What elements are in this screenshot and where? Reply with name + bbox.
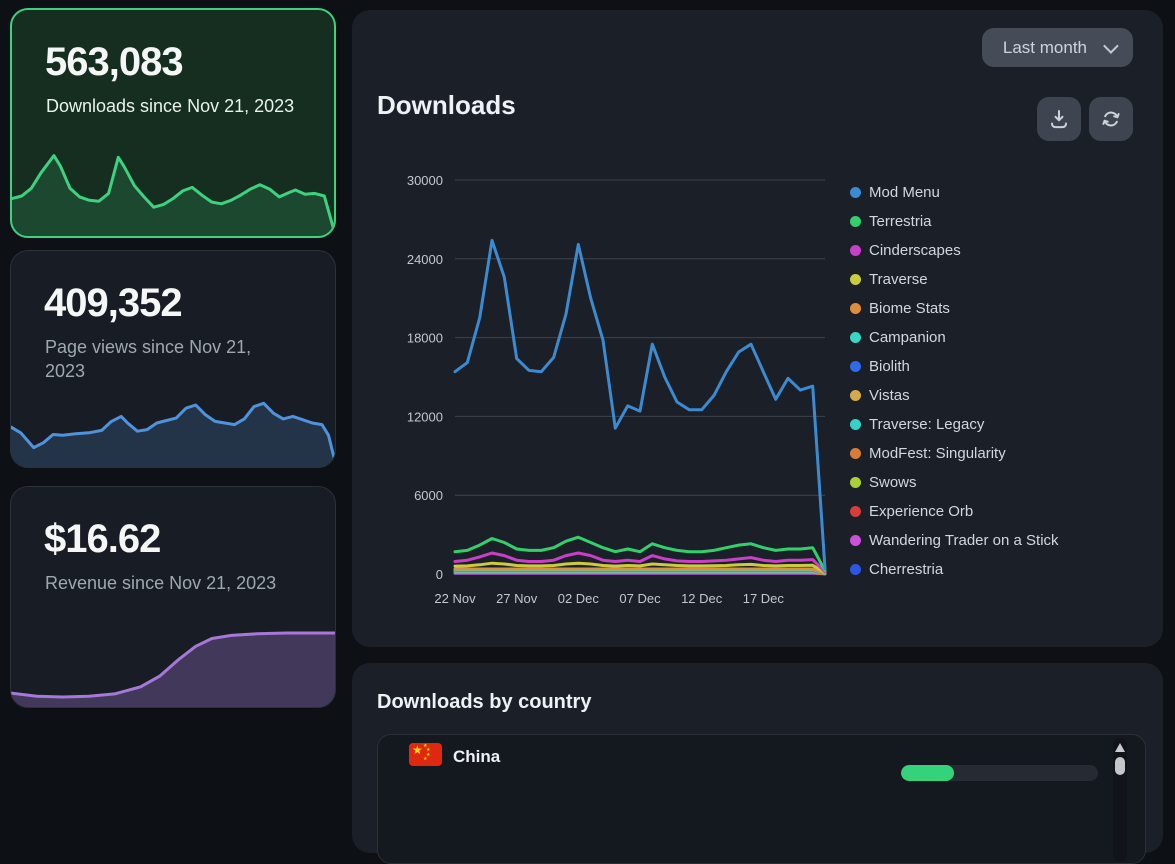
legend-item[interactable]: Biome Stats bbox=[850, 294, 1059, 323]
revenue-total-label: Revenue since Nov 21, 2023 bbox=[45, 571, 295, 595]
legend-item[interactable]: Campanion bbox=[850, 323, 1059, 352]
revenue-sparkline bbox=[11, 623, 335, 707]
legend-item[interactable]: Cherrestria bbox=[850, 555, 1059, 584]
legend-dot-icon bbox=[850, 187, 861, 198]
legend-dot-icon bbox=[850, 332, 861, 343]
legend-label: Campanion bbox=[869, 329, 946, 346]
download-icon bbox=[1047, 107, 1071, 131]
downloads-total: 563,083 bbox=[45, 40, 183, 85]
stat-card-downloads[interactable]: 563,083 Downloads since Nov 21, 2023 bbox=[10, 8, 336, 238]
chart-legend: Mod Menu Terrestria Cinderscapes Traverse Bi… bbox=[850, 178, 1059, 584]
legend-dot-icon bbox=[850, 477, 861, 488]
legend-dot-icon bbox=[850, 390, 861, 401]
downloads-panel-title: Downloads bbox=[377, 90, 516, 121]
svg-text:22 Nov: 22 Nov bbox=[434, 591, 476, 606]
svg-text:0: 0 bbox=[436, 567, 443, 582]
date-range-select[interactable]: Last month bbox=[982, 28, 1133, 67]
page-views-total: 409,352 bbox=[44, 281, 182, 326]
country-progress-bar bbox=[901, 765, 1098, 781]
legend-dot-icon bbox=[850, 303, 861, 314]
legend-dot-icon bbox=[850, 245, 861, 256]
legend-item[interactable]: Wandering Trader on a Stick bbox=[850, 526, 1059, 555]
legend-item[interactable]: Cinderscapes bbox=[850, 236, 1059, 265]
legend-dot-icon bbox=[850, 448, 861, 459]
legend-label: Traverse: Legacy bbox=[869, 416, 984, 433]
scroll-up-arrow-icon[interactable] bbox=[1115, 743, 1125, 752]
legend-label: Wandering Trader on a Stick bbox=[869, 532, 1059, 549]
page-views-sparkline bbox=[11, 379, 335, 467]
country-scrollbar[interactable] bbox=[1113, 738, 1127, 862]
legend-item[interactable]: Swows bbox=[850, 468, 1059, 497]
svg-text:07 Dec: 07 Dec bbox=[619, 591, 661, 606]
country-panel-title: Downloads by country bbox=[377, 691, 591, 714]
country-progress-fill bbox=[901, 765, 954, 781]
legend-label: ModFest: Singularity bbox=[869, 445, 1006, 462]
svg-text:6000: 6000 bbox=[414, 488, 443, 503]
downloads-panel: Last month Downloads 0 6000 12000 18000 2400… bbox=[352, 10, 1163, 647]
legend-dot-icon bbox=[850, 535, 861, 546]
chevron-down-icon bbox=[1103, 38, 1119, 54]
legend-item[interactable]: Terrestria bbox=[850, 207, 1059, 236]
legend-dot-icon bbox=[850, 274, 861, 285]
country-panel: Downloads by country ★ ★ ★ ★ ★ China bbox=[352, 663, 1163, 853]
legend-dot-icon bbox=[850, 506, 861, 517]
scrollbar-thumb[interactable] bbox=[1115, 757, 1125, 775]
legend-item[interactable]: Biolith bbox=[850, 352, 1059, 381]
legend-dot-icon bbox=[850, 419, 861, 430]
china-flag-icon: ★ ★ ★ ★ ★ bbox=[409, 743, 442, 766]
svg-text:30000: 30000 bbox=[407, 173, 443, 188]
legend-item[interactable]: Vistas bbox=[850, 381, 1059, 410]
legend-label: Cherrestria bbox=[869, 561, 943, 578]
legend-dot-icon bbox=[850, 564, 861, 575]
legend-label: Experience Orb bbox=[869, 503, 973, 520]
export-download-button[interactable] bbox=[1037, 97, 1081, 141]
page-views-total-label: Page views since Nov 21, 2023 bbox=[45, 335, 295, 383]
legend-label: Traverse bbox=[869, 271, 928, 288]
legend-item[interactable]: Traverse bbox=[850, 265, 1059, 294]
legend-label: Biome Stats bbox=[869, 300, 950, 317]
svg-text:18000: 18000 bbox=[407, 331, 443, 346]
downloads-total-label: Downloads since Nov 21, 2023 bbox=[46, 94, 296, 118]
legend-label: Biolith bbox=[869, 358, 910, 375]
legend-item[interactable]: ModFest: Singularity bbox=[850, 439, 1059, 468]
stat-card-revenue[interactable]: $16.62 Revenue since Nov 21, 2023 bbox=[10, 486, 336, 708]
legend-label: Vistas bbox=[869, 387, 910, 404]
svg-text:02 Dec: 02 Dec bbox=[558, 591, 600, 606]
legend-dot-icon bbox=[850, 361, 861, 372]
refresh-icon bbox=[1099, 107, 1123, 131]
svg-text:12 Dec: 12 Dec bbox=[681, 591, 723, 606]
country-name: China bbox=[453, 747, 500, 767]
svg-text:12000: 12000 bbox=[407, 409, 443, 424]
downloads-chart[interactable]: 0 6000 12000 18000 24000 30000 22 Nov 27 Nov 02 … bbox=[390, 165, 850, 620]
svg-text:17 Dec: 17 Dec bbox=[743, 591, 785, 606]
legend-item[interactable]: Traverse: Legacy bbox=[850, 410, 1059, 439]
revenue-total: $16.62 bbox=[44, 517, 160, 562]
country-list: ★ ★ ★ ★ ★ China bbox=[377, 734, 1146, 864]
legend-item[interactable]: Mod Menu bbox=[850, 178, 1059, 207]
downloads-sparkline bbox=[12, 144, 334, 236]
refresh-button[interactable] bbox=[1089, 97, 1133, 141]
stat-card-page-views[interactable]: 409,352 Page views since Nov 21, 2023 bbox=[10, 250, 336, 468]
legend-label: Cinderscapes bbox=[869, 242, 961, 259]
legend-label: Mod Menu bbox=[869, 184, 940, 201]
svg-text:27 Nov: 27 Nov bbox=[496, 591, 538, 606]
legend-dot-icon bbox=[850, 216, 861, 227]
legend-label: Swows bbox=[869, 474, 917, 491]
legend-label: Terrestria bbox=[869, 213, 932, 230]
svg-text:24000: 24000 bbox=[407, 252, 443, 267]
date-range-value: Last month bbox=[1003, 38, 1087, 58]
legend-item[interactable]: Experience Orb bbox=[850, 497, 1059, 526]
